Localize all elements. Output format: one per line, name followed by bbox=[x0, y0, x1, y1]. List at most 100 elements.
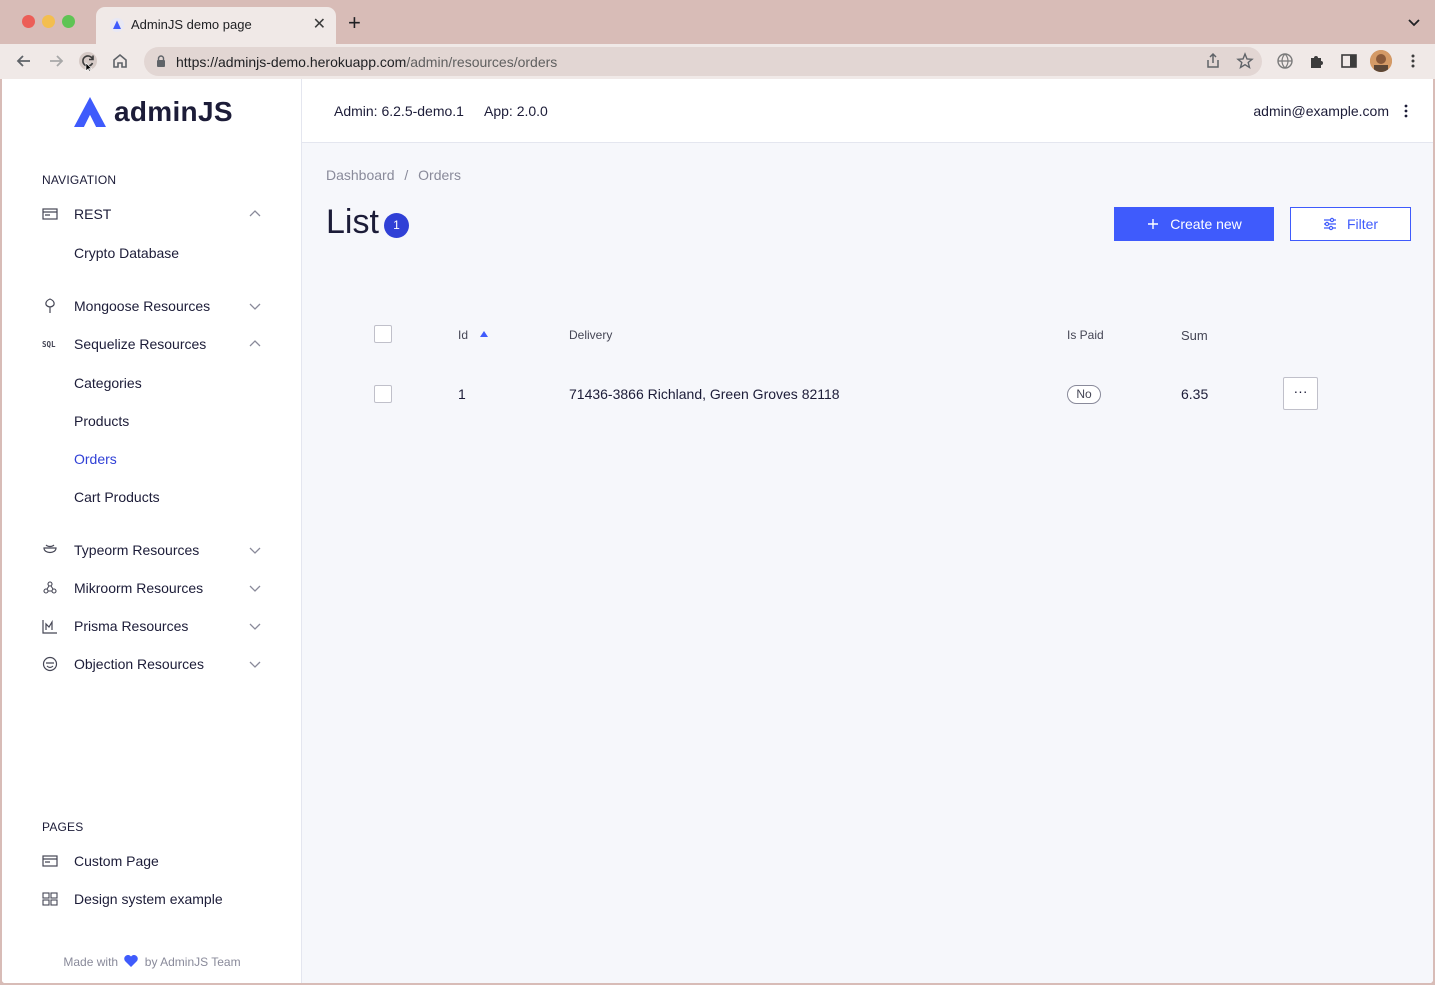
page-icon bbox=[42, 855, 58, 867]
sidebar: adminJS NAVIGATION REST Crypto Database … bbox=[2, 79, 302, 983]
share-icon[interactable] bbox=[1204, 52, 1222, 70]
filter-sliders-icon bbox=[1323, 217, 1336, 231]
sidebar-item-rest[interactable]: REST bbox=[42, 202, 262, 226]
breadcrumb-orders[interactable]: Orders bbox=[418, 167, 461, 183]
sidebar-item-crypto-database[interactable]: Crypto Database bbox=[74, 245, 179, 261]
tab-title: AdminJS demo page bbox=[131, 17, 252, 32]
extensions-icon[interactable] bbox=[1308, 52, 1326, 70]
menu-icon[interactable] bbox=[1404, 52, 1422, 70]
sidebar-item-label: Prisma Resources bbox=[74, 618, 189, 634]
browser-tab[interactable]: AdminJS demo page ✕ bbox=[96, 7, 336, 44]
select-all-checkbox[interactable] bbox=[374, 325, 392, 343]
sidebar-item-label: REST bbox=[74, 206, 112, 222]
navigation-section-title: NAVIGATION bbox=[42, 173, 117, 187]
row-actions-button[interactable]: ··· bbox=[1283, 377, 1318, 410]
minimize-window-button[interactable] bbox=[42, 15, 55, 28]
cell-sum[interactable]: 6.35 bbox=[1181, 386, 1208, 402]
chevron-up-icon[interactable] bbox=[248, 207, 262, 221]
sidebar-item-typeorm-resources[interactable]: Typeorm Resources bbox=[42, 538, 262, 562]
sidebar-footer: Made with by AdminJS Team bbox=[2, 955, 302, 969]
breadcrumb-separator: / bbox=[404, 167, 409, 183]
chevron-down-icon[interactable] bbox=[248, 581, 262, 595]
sort-ascending-icon[interactable] bbox=[479, 330, 489, 338]
url-host: https://adminjs-demo.herokuapp.com bbox=[176, 54, 407, 70]
star-icon[interactable] bbox=[1236, 52, 1254, 70]
sidebar-item-label: Mikroorm Resources bbox=[74, 580, 204, 596]
chevron-down-icon[interactable] bbox=[248, 543, 262, 557]
sidebar-item-label: Sequelize Resources bbox=[74, 336, 207, 352]
create-new-button[interactable]: Create new bbox=[1114, 207, 1274, 241]
sidebar-item-design-system-example[interactable]: Design system example bbox=[42, 887, 262, 911]
filter-button[interactable]: Filter bbox=[1290, 207, 1411, 241]
user-menu-icon[interactable] bbox=[1403, 103, 1409, 119]
cell-id[interactable]: 1 bbox=[458, 386, 466, 402]
sidebar-item-cart-products[interactable]: Cart Products bbox=[74, 489, 160, 505]
sidebar-item-mongoose-resources[interactable]: Mongoose Resources bbox=[42, 294, 262, 318]
column-header-delivery[interactable]: Delivery bbox=[569, 328, 612, 342]
maximize-window-button[interactable] bbox=[62, 15, 75, 28]
column-header-is-paid[interactable]: Is Paid bbox=[1067, 328, 1104, 342]
sidebar-icon[interactable] bbox=[1340, 52, 1358, 70]
chevron-down-icon[interactable] bbox=[248, 299, 262, 313]
sidebar-item-objection-resources[interactable]: Objection Resources bbox=[42, 652, 262, 676]
back-icon[interactable] bbox=[14, 51, 34, 71]
sidebar-item-products[interactable]: Products bbox=[74, 413, 129, 429]
mikroorm-icon bbox=[43, 581, 57, 594]
pages-section-title: PAGES bbox=[42, 820, 84, 834]
page-title: List bbox=[326, 203, 379, 241]
row-checkbox[interactable] bbox=[374, 385, 392, 403]
top-bar: Admin: 6.2.5-demo.1 App: 2.0.0 admin@exa… bbox=[302, 79, 1433, 143]
sql-icon: SQL bbox=[42, 340, 56, 349]
heart-icon bbox=[124, 955, 139, 967]
adminjs-favicon-icon bbox=[110, 18, 124, 32]
sidebar-item-prisma-resources[interactable]: Prisma Resources bbox=[42, 614, 262, 638]
reload-icon[interactable] bbox=[78, 51, 98, 71]
browser-toolbar: https://adminjs-demo.herokuapp.com/admin… bbox=[0, 44, 1435, 79]
sidebar-item-label: Design system example bbox=[74, 891, 223, 907]
footer-suffix: by AdminJS Team bbox=[144, 955, 241, 969]
tab-search-chevron-icon[interactable] bbox=[1407, 16, 1421, 30]
typeorm-icon bbox=[43, 544, 57, 554]
adminjs-page: adminJS NAVIGATION REST Crypto Database … bbox=[2, 79, 1433, 983]
profile-photo-icon bbox=[1370, 50, 1392, 72]
sidebar-item-orders[interactable]: Orders bbox=[74, 451, 117, 467]
svg-text:SQL: SQL bbox=[42, 340, 56, 349]
close-window-button[interactable] bbox=[22, 15, 35, 28]
url-text: https://adminjs-demo.herokuapp.com/admin… bbox=[176, 54, 557, 70]
plus-icon bbox=[1148, 219, 1159, 229]
objection-icon bbox=[42, 656, 58, 672]
mongoose-icon bbox=[45, 298, 55, 313]
user-email[interactable]: admin@example.com bbox=[1253, 103, 1389, 119]
column-header-sum[interactable]: Sum bbox=[1181, 328, 1208, 343]
sidebar-item-custom-page[interactable]: Custom Page bbox=[42, 849, 262, 873]
chevron-up-icon[interactable] bbox=[248, 337, 262, 351]
new-tab-icon[interactable]: + bbox=[348, 12, 361, 34]
logo-text: adminJS bbox=[114, 96, 233, 127]
chevron-down-icon[interactable] bbox=[248, 619, 262, 633]
breadcrumb-dashboard[interactable]: Dashboard bbox=[326, 167, 395, 183]
cell-delivery[interactable]: 71436-3866 Richland, Green Groves 82118 bbox=[569, 386, 840, 402]
translate-icon[interactable] bbox=[1276, 52, 1294, 70]
prisma-icon bbox=[42, 619, 57, 634]
sidebar-item-label: Custom Page bbox=[74, 853, 159, 869]
forward-icon[interactable] bbox=[46, 51, 66, 71]
column-header-id[interactable]: Id bbox=[458, 328, 468, 342]
profile-avatar[interactable] bbox=[1370, 50, 1392, 72]
filter-label: Filter bbox=[1346, 216, 1379, 232]
sidebar-item-sequelize-resources[interactable]: SQL Sequelize Resources bbox=[42, 332, 262, 356]
app-version: App: 2.0.0 bbox=[484, 103, 548, 119]
adminjs-logo[interactable]: adminJS bbox=[74, 96, 233, 128]
close-tab-icon[interactable]: ✕ bbox=[313, 15, 326, 35]
sidebar-item-mikroorm-resources[interactable]: Mikroorm Resources bbox=[42, 576, 262, 600]
admin-version: Admin: 6.2.5-demo.1 bbox=[334, 103, 464, 119]
lock-icon bbox=[157, 55, 165, 67]
create-new-label: Create new bbox=[1170, 216, 1242, 232]
is-paid-badge: No bbox=[1067, 385, 1101, 404]
browser-window: AdminJS demo page ✕ + https://adminjs-de… bbox=[0, 0, 1435, 985]
home-icon[interactable] bbox=[110, 51, 130, 71]
design-system-icon bbox=[42, 892, 58, 906]
address-bar[interactable]: https://adminjs-demo.herokuapp.com/admin… bbox=[144, 47, 1262, 76]
adminjs-logo-icon bbox=[74, 97, 106, 127]
sidebar-item-categories[interactable]: Categories bbox=[74, 375, 142, 391]
chevron-down-icon[interactable] bbox=[248, 657, 262, 671]
